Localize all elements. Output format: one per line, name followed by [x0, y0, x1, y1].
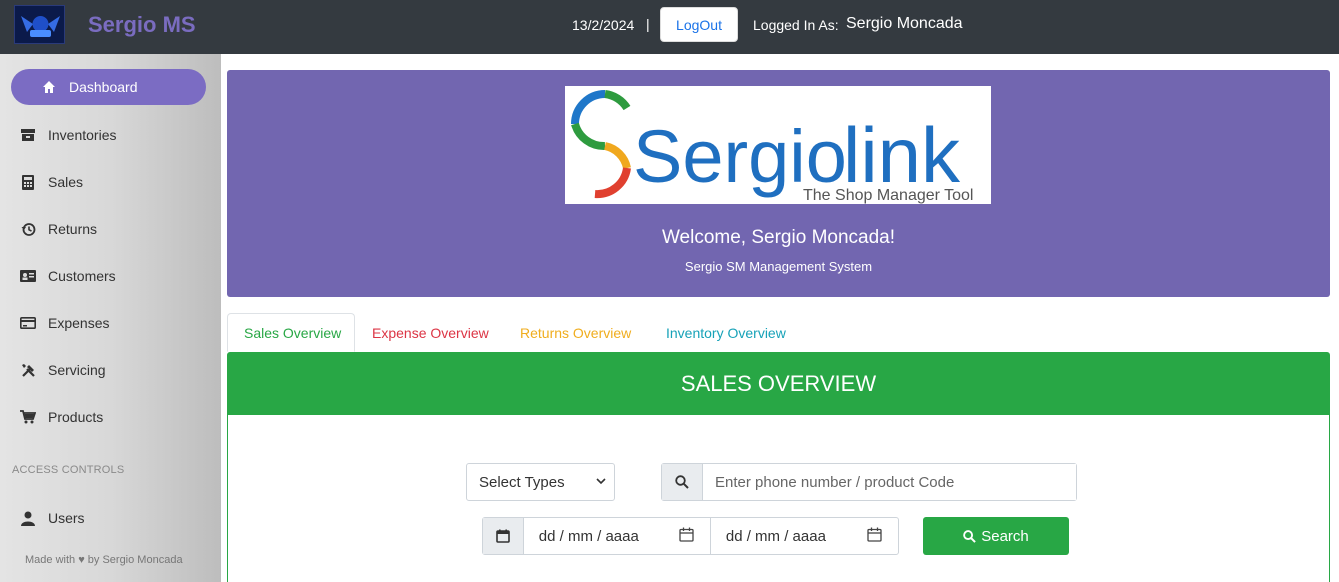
brand-wordmark-link: link [843, 111, 961, 199]
tab-label: Expense Overview [372, 324, 489, 341]
sidebar-item-sales[interactable]: Sales [0, 163, 221, 201]
sidebar-item-label: Customers [48, 268, 116, 284]
sidebar-item-users[interactable]: Users [0, 499, 221, 537]
sidebar-item-label: Sales [48, 174, 84, 190]
date-range-group: dd / mm / aaaa dd / mm / aaaa [482, 517, 899, 555]
app-logo[interactable] [14, 5, 65, 44]
cart-icon [20, 409, 36, 425]
user-icon [20, 510, 36, 526]
brand-wordmark-sergio: Sergio [633, 115, 847, 198]
sidebar-item-products[interactable]: Products [0, 398, 221, 436]
sidebar-item-label: Products [48, 409, 104, 425]
sidebar-item-returns[interactable]: Returns [0, 210, 221, 248]
app-name[interactable]: Sergio MS [88, 12, 196, 38]
tab-expense-overview[interactable]: Expense Overview [356, 313, 505, 352]
sales-overview-panel: SALES OVERVIEW Select Types dd / mm / aa… [227, 352, 1330, 582]
credit-card-icon [20, 315, 36, 331]
calculator-icon [20, 174, 36, 190]
search-icon [662, 464, 703, 500]
logged-in-label: Logged In As: [753, 17, 839, 33]
calendar-picker-icon[interactable] [679, 527, 694, 546]
tab-returns-overview[interactable]: Returns Overview [504, 313, 647, 352]
logged-in-user: Sergio Moncada [846, 15, 963, 32]
header-separator: | [646, 16, 650, 32]
access-controls-label: ACCESS CONTROLS [12, 464, 125, 476]
tab-sales-overview[interactable]: Sales Overview [227, 313, 355, 352]
sidebar-item-label: Expenses [48, 315, 110, 331]
home-icon [41, 79, 57, 95]
search-group [661, 463, 1077, 501]
footer-credit: Made with ♥ by Sergio Moncada [25, 554, 183, 566]
sidebar-item-label: Dashboard [69, 79, 138, 95]
sidebar-item-customers[interactable]: Customers [0, 257, 221, 295]
system-subtitle: Sergio SM Management System [684, 259, 873, 274]
date-to-input[interactable]: dd / mm / aaaa [711, 518, 898, 554]
sidebar-item-label: Inventories [48, 127, 117, 143]
type-select[interactable]: Select Types [466, 463, 615, 501]
sidebar-item-label: Users [48, 510, 85, 526]
sidebar-item-inventories[interactable]: Inventories [0, 116, 221, 154]
search-button-label: Search [981, 527, 1029, 545]
search-input[interactable] [703, 464, 1076, 500]
welcome-banner: Sergio link The Shop Manager Tool Welcom… [227, 70, 1330, 297]
sidebar-item-servicing[interactable]: Servicing [0, 351, 221, 389]
date-from-value: dd / mm / aaaa [538, 527, 639, 545]
tab-label: Sales Overview [244, 324, 342, 341]
date-from-input[interactable]: dd / mm / aaaa [524, 518, 711, 554]
tab-label: Returns Overview [520, 324, 632, 341]
search-button[interactable]: Search [923, 517, 1069, 555]
calendar-icon [483, 518, 524, 554]
sidebar-item-label: Servicing [48, 362, 106, 378]
history-icon [20, 221, 36, 237]
panel-title: SALES OVERVIEW [228, 353, 1329, 415]
sidebar-item-dashboard[interactable]: Dashboard [11, 69, 206, 105]
tools-icon [20, 362, 36, 378]
calendar-picker-icon[interactable] [867, 527, 882, 546]
tab-inventory-overview[interactable]: Inventory Overview [650, 313, 802, 352]
brand-tagline: The Shop Manager Tool [803, 187, 973, 204]
tab-label: Inventory Overview [666, 324, 786, 341]
brand-logo-image: Sergio link The Shop Manager Tool [565, 86, 991, 204]
top-navbar: Sergio MS 13/2/2024 | LogOut Logged In A… [0, 0, 1339, 54]
archive-icon [20, 127, 36, 143]
sidebar: Dashboard Inventories Sales Returns Cust… [0, 54, 221, 582]
sidebar-item-label: Returns [48, 221, 98, 237]
current-date: 13/2/2024 [572, 17, 635, 33]
logout-button[interactable]: LogOut [660, 7, 738, 42]
search-icon [963, 529, 977, 543]
id-card-icon [20, 268, 36, 284]
sidebar-item-expenses[interactable]: Expenses [0, 304, 221, 342]
chevron-down-icon [596, 476, 606, 488]
date-to-value: dd / mm / aaaa [725, 527, 826, 545]
type-select-value: Select Types [479, 473, 565, 491]
welcome-message: Welcome, Sergio Moncada! [661, 227, 896, 248]
